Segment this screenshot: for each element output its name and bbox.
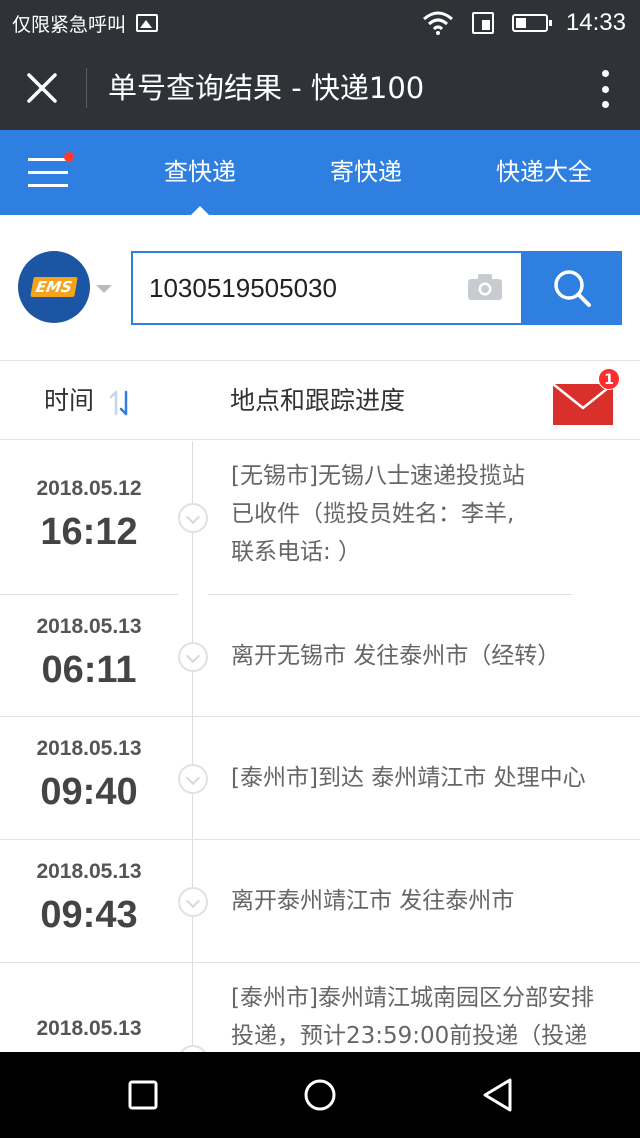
tracking-row: 2018.05.13 09:40 [泰州市]到达 泰州靖江市 处理中心 — [0, 717, 640, 840]
search-area: EMS 1030519505030 — [0, 215, 640, 361]
search-button[interactable] — [521, 251, 622, 325]
more-vert-icon[interactable] — [600, 70, 610, 108]
tracking-description-line: [泰州市]泰州靖江城南园区分部安排 — [231, 985, 594, 1011]
camera-icon[interactable] — [467, 273, 503, 301]
time-column-label: 时间 — [44, 386, 95, 415]
search-icon — [553, 270, 591, 307]
system-nav-bar — [0, 1052, 640, 1138]
image-icon — [136, 14, 159, 32]
tracking-time: 09:40 — [40, 771, 138, 813]
tracking-description-line: 已收件（揽投员姓名：李羊, — [231, 501, 515, 527]
page-title: 单号查询结果 - 快递100 — [108, 71, 425, 105]
tracking-date: 2018.05.13 — [36, 1017, 142, 1040]
close-button[interactable] — [20, 66, 64, 110]
tracking-time: 16:12 — [40, 511, 138, 553]
clock: 14:33 — [565, 9, 626, 36]
sim-icon — [471, 12, 494, 34]
battery-icon — [511, 14, 552, 32]
recent-apps-icon[interactable] — [120, 1072, 166, 1118]
tracking-date: 2018.05.13 — [36, 860, 142, 883]
tracking-description: [泰州市]到达 泰州靖江市 处理中心 — [231, 759, 621, 797]
tracking-description: 离开泰州靖江市 发往泰州市 — [231, 882, 621, 920]
tracking-number-input[interactable]: 1030519505030 — [131, 251, 523, 325]
mail-badge: 1 — [598, 368, 620, 390]
carrier-logo[interactable]: EMS — [18, 251, 90, 323]
timeline-node-icon — [178, 503, 208, 533]
wifi-icon — [422, 11, 453, 35]
tracking-description: 离开无锡市 发往泰州市（经转） — [231, 637, 621, 675]
tracking-row: 2018.05.13 09:43 离开泰州靖江市 发往泰州市 — [0, 840, 640, 963]
timeline-node-icon — [178, 887, 208, 917]
tracking-description-line: 离开泰州靖江市 发往泰州市 — [231, 888, 515, 914]
tab-send-express[interactable]: 寄快递 — [316, 130, 416, 215]
tracking-row: 2018.05.13 [泰州市]泰州靖江城南园区分部安排 投递，预计23:59:… — [0, 963, 640, 1052]
title-bar: 单号查询结果 - 快递100 — [0, 46, 640, 130]
tracking-description-line: 投递，预计23:59:00前投递（投递 — [231, 1023, 588, 1049]
timeline-node-icon — [178, 764, 208, 794]
tracking-date: 2018.05.12 — [36, 477, 142, 500]
tab-query-express[interactable]: 查快递 — [150, 130, 250, 215]
menu-button[interactable] — [28, 152, 74, 190]
list-header: 时间 地点和跟踪进度 1 — [0, 362, 640, 440]
tracking-row: 2018.05.12 16:12 [无锡市]无锡八士速递投揽站 已收件（揽投员姓… — [0, 441, 640, 595]
tracking-description: [泰州市]泰州靖江城南园区分部安排 投递，预计23:59:00前投递（投递 — [231, 979, 621, 1052]
back-icon[interactable] — [476, 1072, 522, 1118]
sort-icon[interactable] — [106, 388, 136, 418]
timeline-node-icon — [178, 642, 208, 672]
tracking-description-line: 联系电话: ） — [231, 539, 362, 565]
carrier-logo-text: EMS — [30, 277, 78, 297]
tracking-time: 06:11 — [41, 649, 137, 691]
title-divider — [86, 68, 87, 108]
status-bar: 仅限紧急呼叫 14:33 — [0, 0, 640, 46]
tracking-date: 2018.05.13 — [36, 615, 142, 638]
place-column-label: 地点和跟踪进度 — [230, 386, 406, 415]
timeline-node-icon — [178, 1045, 208, 1052]
tracking-time: 09:43 — [40, 894, 138, 936]
mail-button[interactable]: 1 — [552, 368, 620, 426]
tracking-description: [无锡市]无锡八士速递投揽站 已收件（揽投员姓名：李羊, 联系电话: ） — [231, 457, 621, 571]
tracking-description-line: 离开无锡市 发往泰州市（经转） — [231, 643, 561, 669]
top-nav: 查快递 寄快递 快递大全 — [0, 130, 640, 215]
tracking-description-line: [泰州市]到达 泰州靖江市 处理中心 — [231, 765, 586, 791]
chevron-down-icon[interactable] — [96, 285, 112, 293]
notification-dot — [64, 152, 74, 162]
tracking-description-line: [无锡市]无锡八士速递投揽站 — [231, 463, 525, 489]
close-icon — [27, 73, 57, 103]
tab-express-directory[interactable]: 快递大全 — [488, 130, 600, 215]
home-icon[interactable] — [297, 1072, 343, 1118]
carrier-text: 仅限紧急呼叫 — [12, 13, 127, 36]
tracking-date: 2018.05.13 — [36, 737, 142, 760]
tracking-list: 2018.05.12 16:12 [无锡市]无锡八士速递投揽站 已收件（揽投员姓… — [0, 441, 640, 1052]
tracking-row: 2018.05.13 06:11 离开无锡市 发往泰州市（经转） — [0, 595, 640, 717]
